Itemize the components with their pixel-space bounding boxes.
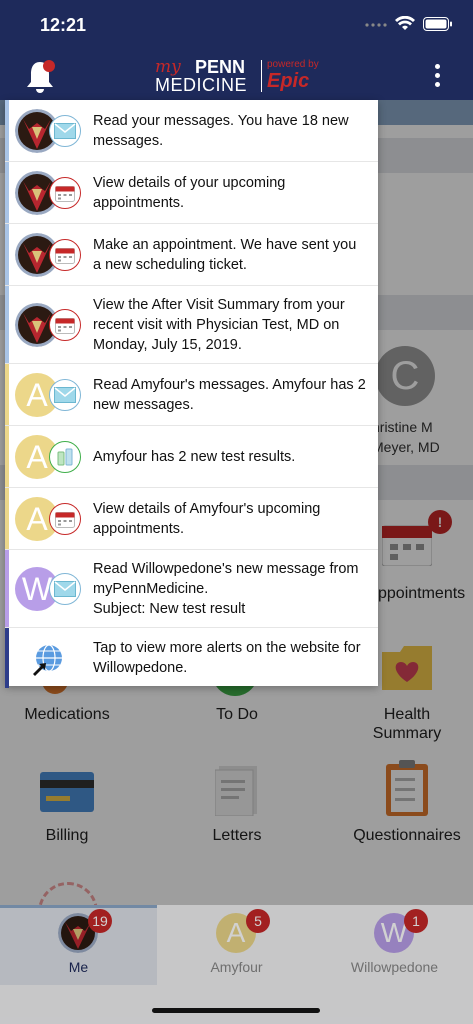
logo-medicine: MEDICINE [155,75,248,95]
tab-willowpedone[interactable]: W 1 Willowpedone [316,905,473,985]
tab-label: Willowpedone [350,959,439,975]
calendar-icon [49,309,81,341]
more-options-icon[interactable] [435,64,441,91]
alert-text: Read your messages. You have 18 new mess… [93,113,349,149]
alert-color-bar [5,488,9,549]
tab-label: Me [68,959,89,975]
alert-item[interactable]: View the After Visit Summary from your r… [5,286,378,364]
alert-text: View details of Amyfour's upcoming appoi… [93,501,321,537]
tab-amyfour[interactable]: A 5 Amyfour [158,905,315,985]
logo-my: my [155,57,181,77]
alert-text: Read Willowpedone's new message from myP… [93,561,359,617]
alert-item[interactable]: A Amyfour has 2 new test results. [5,426,378,488]
status-bar: 12:21 [0,0,473,50]
alert-color-bar [5,100,9,161]
alert-item[interactable]: A View details of Amyfour's upcoming app… [5,488,378,550]
mail-icon [49,379,81,411]
mail-icon [49,573,81,605]
mypenn-logo: my PENN MEDICINE powered by Epic [155,56,325,96]
bell-icon[interactable] [24,58,58,101]
status-time: 12:21 [40,15,87,35]
alert-text: View the After Visit Summary from your r… [93,297,345,353]
alert-item[interactable]: Tap to view more alerts on the website f… [5,628,378,688]
tab-count-badge: 5 [246,909,270,933]
wifi-icon [395,15,415,36]
signal-icon [365,17,387,35]
home-indicator[interactable] [152,1008,320,1013]
alert-text: Read Amyfour's messages. Amyfour has 2 n… [93,377,366,413]
globe-icon [31,642,65,681]
tab-count-badge: 1 [404,909,428,933]
alert-color-bar [5,162,9,223]
mail-icon [49,115,81,147]
logo-powered-by: powered by [267,59,319,70]
alert-text: Tap to view more alerts on the website f… [93,640,361,676]
status-icons [365,15,453,36]
alert-item[interactable]: Make an appointment. We have sent you a … [5,224,378,286]
alert-color-bar [5,426,9,487]
alerts-popup: Read your messages. You have 18 new mess… [5,100,378,688]
account-tab-bar: 19 Me A 5 Amyfour W 1 Willowpedone [0,905,473,1024]
calendar-icon [49,177,81,209]
battery-icon [423,16,453,36]
logo-divider [261,60,262,92]
alert-item[interactable]: W Read Willowpedone's new message from m… [5,550,378,628]
app-header: my PENN MEDICINE powered by Epic [0,50,473,100]
alert-item[interactable]: Read your messages. You have 18 new mess… [5,100,378,162]
alert-color-bar [5,550,9,627]
tab-label: Amyfour [210,959,263,975]
alert-color-bar [5,364,9,425]
alert-text: Make an appointment. We have sent you a … [93,237,357,273]
alert-item[interactable]: A Read Amyfour's messages. Amyfour has 2… [5,364,378,426]
alert-color-bar [5,286,9,363]
alert-item[interactable]: View details of your upcoming appointmen… [5,162,378,224]
tab-me[interactable]: 19 Me [0,905,157,985]
logo-epic: Epic [267,70,310,92]
calendar-icon [49,503,81,535]
calendar-icon [49,239,81,271]
alert-color-bar [5,224,9,285]
alert-text: View details of your upcoming appointmen… [93,175,286,211]
tab-count-badge: 19 [88,909,112,933]
test-tube-icon [49,441,81,473]
alert-text: Amyfour has 2 new test results. [93,449,296,465]
alert-color-bar [5,628,9,688]
